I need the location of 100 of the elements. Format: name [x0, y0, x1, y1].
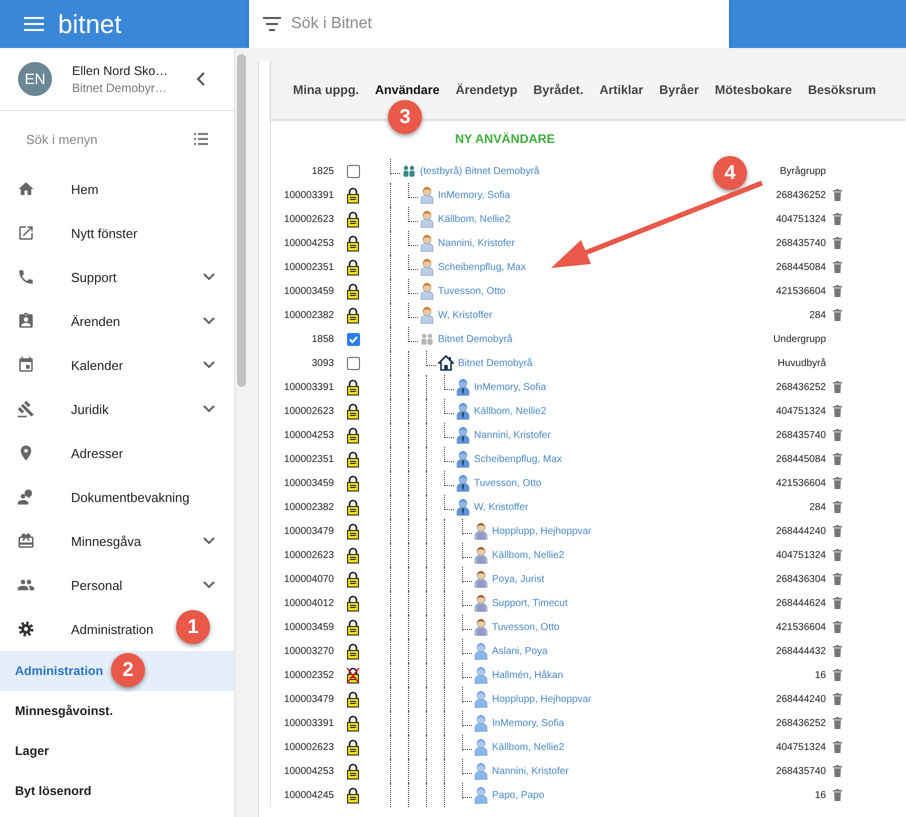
menu-item[interactable]: Dokumentbevakning: [71, 490, 190, 504]
id-cell-text: 100002623: [282, 406, 334, 416]
trash-icon[interactable]: [832, 597, 842, 609]
tree-node-link[interactable]: Bitnet Demobyrå: [458, 358, 532, 368]
user-icon: [474, 714, 488, 732]
tab[interactable]: Ärendetyp: [448, 83, 526, 97]
tab[interactable]: Artiklar: [591, 83, 652, 97]
menu-item[interactable]: Adresser: [71, 446, 124, 460]
tree-node-link[interactable]: Nannini, Kristofer: [474, 430, 551, 440]
tree-node-link[interactable]: InMemory, Sofia: [492, 718, 564, 728]
tree-node-link[interactable]: Support, Timecut: [492, 598, 568, 608]
tree-node-link[interactable]: Bitnet Demobyrå: [438, 334, 512, 344]
scrollbar[interactable]: [235, 48, 248, 817]
tree-node-link[interactable]: InMemory, Sofia: [474, 382, 546, 392]
tree-node-link[interactable]: Scheibenpflug, Max: [474, 454, 562, 464]
tree-node-link[interactable]: W, Kristoffer: [438, 310, 492, 320]
tab[interactable]: Mina uppg.: [285, 83, 367, 97]
tree-node-link[interactable]: Poya, Jurist: [492, 574, 544, 584]
trash-icon[interactable]: [832, 525, 842, 537]
tab[interactable]: Mötesbokare: [706, 83, 800, 97]
menu-item[interactable]: Nytt fönster: [71, 226, 138, 240]
submenu-item[interactable]: Lager: [0, 731, 234, 771]
tree-node-link[interactable]: Nannini, Kristofer: [492, 766, 569, 776]
chevron-down-icon[interactable]: [203, 273, 215, 281]
chevron-down-icon[interactable]: [203, 317, 215, 325]
tab[interactable]: Byråer: [651, 83, 707, 97]
tree-node-link[interactable]: Källbom, Nellie2: [474, 406, 546, 416]
submenu-item[interactable]: Minnesgåvoinst.: [0, 691, 234, 731]
trash-icon[interactable]: [832, 285, 842, 297]
trash-icon[interactable]: [832, 477, 842, 489]
trash-icon[interactable]: [832, 789, 842, 801]
value-cell-text: 268435740: [774, 430, 826, 440]
menu-icon: [24, 17, 44, 31]
menu-item[interactable]: Support: [71, 270, 117, 284]
tab[interactable]: Besöksrum: [800, 83, 884, 97]
trash-icon[interactable]: [832, 213, 842, 225]
menu-item[interactable]: Minnesgåva: [71, 534, 142, 548]
tree-node-link[interactable]: Källbom, Nellie2: [438, 214, 510, 224]
trash-icon[interactable]: [832, 645, 842, 657]
tab[interactable]: Byrådet.: [525, 83, 592, 97]
tree-node-link[interactable]: W, Kristoffer: [474, 502, 528, 512]
user-icon: [420, 234, 434, 252]
menu-item[interactable]: Kalender: [71, 358, 124, 372]
tree-node-link[interactable]: Hopplupp, Hejhoppvar: [492, 694, 592, 704]
list-icon[interactable]: [194, 133, 208, 145]
trash-icon[interactable]: [832, 309, 842, 321]
tree-node-link[interactable]: Aslani, Poya: [492, 646, 548, 656]
user-icon: [474, 786, 488, 804]
tree-node-link[interactable]: Tuvesson, Otto: [474, 478, 542, 488]
trash-icon[interactable]: [832, 501, 842, 513]
trash-icon[interactable]: [832, 621, 842, 633]
trash-icon[interactable]: [832, 717, 842, 729]
chevron-down-icon[interactable]: [203, 361, 215, 369]
checkbox[interactable]: [346, 332, 360, 346]
group-icon: [420, 333, 434, 345]
filter-icon[interactable]: [263, 17, 281, 31]
menu-item[interactable]: Hem: [71, 182, 98, 196]
trash-icon[interactable]: [832, 381, 842, 393]
tree-node-link[interactable]: Papo, Papo: [492, 790, 544, 800]
trash-icon[interactable]: [832, 405, 842, 417]
id-cell-text: 100002351: [282, 262, 334, 272]
tree-node-link[interactable]: Källbom, Nellie2: [492, 550, 564, 560]
tab[interactable]: Användare: [366, 83, 448, 97]
trash-icon[interactable]: [832, 741, 842, 753]
menu-item[interactable]: Ärenden: [71, 314, 120, 328]
trash-icon[interactable]: [832, 429, 842, 441]
chevron-down-icon[interactable]: [203, 581, 215, 589]
phone-icon: [17, 268, 35, 286]
trash-icon[interactable]: [832, 261, 842, 273]
chevron-down-icon[interactable]: [203, 537, 215, 545]
menu-item[interactable]: Administration: [71, 622, 154, 636]
checkbox[interactable]: [346, 164, 360, 178]
calendar-icon: [17, 356, 35, 374]
tree-node-link[interactable]: Tuvesson, Otto: [438, 286, 506, 296]
trash-icon[interactable]: [832, 693, 842, 705]
chevron-left-icon[interactable]: [196, 72, 206, 86]
trash-icon[interactable]: [832, 669, 842, 681]
search-field[interactable]: Sök i Bitnet: [249, 0, 729, 48]
id-cell-text: 100004253: [282, 430, 334, 440]
chevron-down-icon[interactable]: [203, 405, 215, 413]
trash-icon[interactable]: [832, 765, 842, 777]
trash-icon[interactable]: [832, 237, 842, 249]
trash-icon[interactable]: [832, 189, 842, 201]
tree-node-link[interactable]: Tuvesson, Otto: [492, 622, 560, 632]
menu-item[interactable]: Personal: [71, 578, 122, 592]
tree-node-link[interactable]: Scheibenpflug, Max: [438, 262, 526, 272]
menu-item[interactable]: Juridik: [71, 402, 109, 416]
new-user-link[interactable]: NY ANVÄNDARE: [455, 132, 556, 146]
tree-node-link[interactable]: Källbom, Nellie2: [492, 742, 564, 752]
tree-node-link[interactable]: Hallmén, Håkan: [492, 670, 564, 680]
tree-node-link[interactable]: (testbyrå) Bitnet Demobyrå: [420, 166, 540, 176]
checkbox[interactable]: [346, 356, 360, 370]
trash-icon[interactable]: [832, 549, 842, 561]
id-cell-text: 1858: [310, 334, 334, 344]
submenu-item[interactable]: Byt lösenord: [0, 771, 234, 811]
tree-node-link[interactable]: InMemory, Sofia: [438, 190, 510, 200]
trash-icon[interactable]: [832, 453, 842, 465]
trash-icon[interactable]: [832, 573, 842, 585]
tree-node-link[interactable]: Nannini, Kristofer: [438, 238, 515, 248]
tree-node-link[interactable]: Hopplupp, Hejhoppvar: [492, 526, 592, 536]
